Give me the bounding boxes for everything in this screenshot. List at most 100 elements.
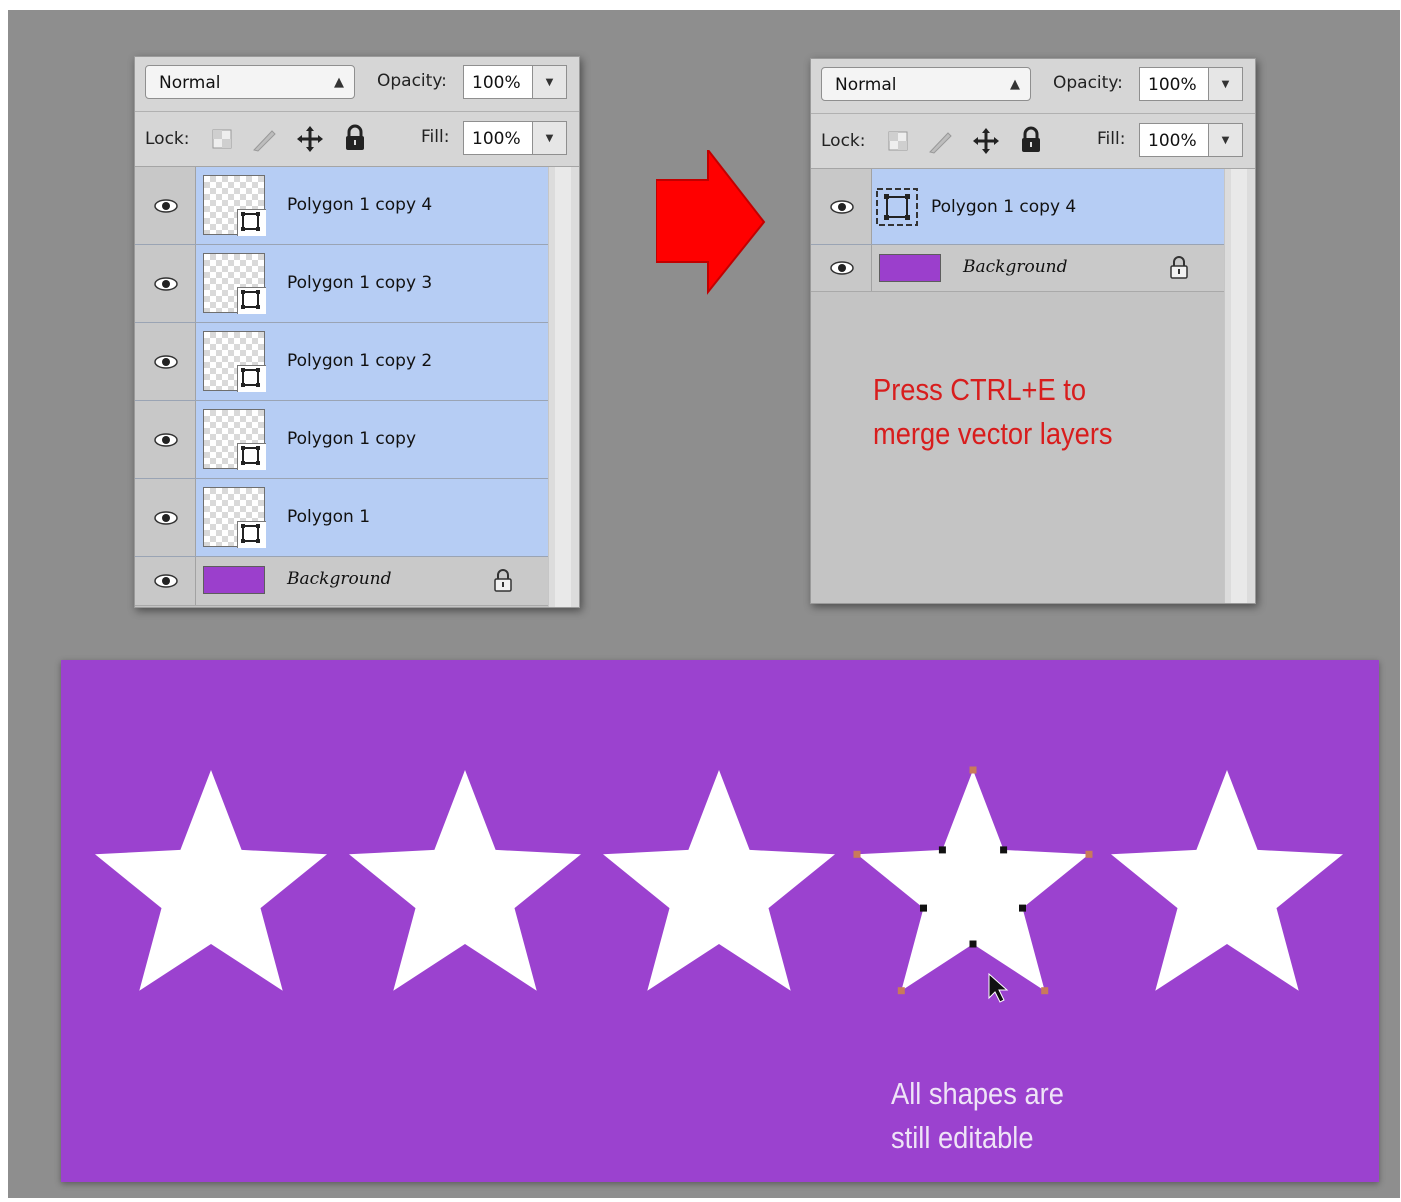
anchor-point[interactable] bbox=[920, 904, 927, 912]
visibility-toggle[interactable] bbox=[135, 167, 196, 244]
visibility-toggle[interactable] bbox=[811, 245, 872, 291]
blend-mode-value: Normal bbox=[159, 73, 221, 93]
layer-thumbnail bbox=[203, 487, 266, 548]
eye-icon bbox=[154, 432, 178, 447]
layer-row[interactable]: Polygon 1 bbox=[135, 479, 549, 557]
padlock-icon bbox=[494, 569, 512, 592]
fill-dropdown-button[interactable]: ▼ bbox=[533, 121, 567, 155]
fill-dropdown-button[interactable]: ▼ bbox=[1209, 123, 1243, 157]
fill-input[interactable]: 100% bbox=[463, 121, 533, 155]
lock-label: Lock: bbox=[145, 129, 190, 149]
eye-icon bbox=[830, 199, 854, 214]
anchor-point[interactable] bbox=[1041, 987, 1049, 995]
instruction-note: Press CTRL+E to merge vector layers bbox=[873, 368, 1113, 456]
layers-scrollbar[interactable] bbox=[1224, 169, 1255, 603]
visibility-toggle[interactable] bbox=[135, 479, 196, 556]
canvas-caption: All shapes are still editable bbox=[891, 1072, 1064, 1160]
layer-name: Polygon 1 copy 4 bbox=[931, 197, 1077, 217]
merged-layer-row[interactable]: Polygon 1 copy 4 bbox=[811, 169, 1225, 245]
updown-arrows-icon: ▲ bbox=[334, 75, 344, 90]
layer-name: Polygon 1 bbox=[287, 507, 371, 527]
star-shape[interactable] bbox=[1111, 770, 1343, 991]
eye-icon bbox=[830, 261, 854, 275]
anchor-point[interactable] bbox=[1085, 850, 1093, 858]
visibility-toggle[interactable] bbox=[135, 557, 196, 605]
lock-image-pixels-icon[interactable] bbox=[926, 127, 954, 155]
star-shape[interactable] bbox=[349, 770, 581, 991]
lock-label: Lock: bbox=[821, 131, 866, 151]
visibility-toggle[interactable] bbox=[135, 401, 196, 478]
eye-icon bbox=[154, 276, 178, 291]
layer-row[interactable]: Polygon 1 copy bbox=[135, 401, 549, 479]
vector-mask-icon bbox=[237, 209, 266, 236]
lock-all-icon[interactable] bbox=[343, 123, 367, 153]
vector-mask-icon bbox=[237, 521, 266, 548]
vector-mask-icon bbox=[237, 365, 266, 392]
document-canvas[interactable]: All shapes are still editable bbox=[61, 660, 1379, 1182]
updown-arrows-icon: ▲ bbox=[1010, 77, 1020, 92]
anchor-point[interactable] bbox=[969, 940, 977, 948]
layer-row[interactable]: Polygon 1 copy 4 bbox=[135, 167, 549, 245]
layers-scrollbar[interactable] bbox=[548, 167, 579, 607]
eye-icon bbox=[154, 510, 178, 525]
layer-row[interactable]: Polygon 1 copy 2 bbox=[135, 323, 549, 401]
stars-layer bbox=[95, 766, 1343, 1003]
layer-name: Polygon 1 copy 2 bbox=[287, 351, 433, 371]
anchor-point[interactable] bbox=[897, 987, 905, 995]
layer-thumbnail bbox=[203, 253, 266, 314]
blend-mode-select[interactable]: Normal ▲ bbox=[821, 67, 1031, 101]
opacity-label: Opacity: bbox=[377, 71, 447, 91]
eye-icon bbox=[154, 198, 178, 213]
star-shape[interactable] bbox=[95, 770, 327, 991]
lock-row: Lock: Fill: 100% ▼ bbox=[135, 112, 579, 167]
anchor-point[interactable] bbox=[938, 846, 946, 854]
layer-name: Polygon 1 copy 3 bbox=[287, 273, 433, 293]
note-line: merge vector layers bbox=[873, 416, 1113, 451]
layer-thumbnail bbox=[203, 331, 266, 392]
fill-label: Fill: bbox=[1097, 129, 1126, 149]
visibility-toggle[interactable] bbox=[135, 323, 196, 400]
opacity-dropdown-button[interactable]: ▼ bbox=[1209, 67, 1243, 101]
lock-transparent-pixels-icon[interactable] bbox=[888, 131, 908, 151]
layer-thumbnail bbox=[203, 409, 266, 470]
caption-line: still editable bbox=[891, 1120, 1034, 1155]
caption-line: All shapes are bbox=[891, 1076, 1064, 1111]
layers-panel-after: Normal ▲ Opacity: 100% ▼ Lock: Fill: 100… bbox=[810, 58, 1256, 604]
cursor-arrow-icon bbox=[988, 972, 1009, 1003]
opacity-dropdown-button[interactable]: ▼ bbox=[533, 65, 567, 99]
anchor-point[interactable] bbox=[1019, 904, 1026, 912]
vector-shape-layer-icon bbox=[876, 188, 918, 226]
opacity-input[interactable]: 100% bbox=[463, 65, 533, 99]
anchor-point[interactable] bbox=[853, 850, 861, 858]
visibility-toggle[interactable] bbox=[135, 245, 196, 322]
blend-mode-select[interactable]: Normal ▲ bbox=[145, 65, 355, 99]
layers-panel-before: Normal ▲ Opacity: 100% ▼ Lock: Fill: 100… bbox=[134, 56, 580, 608]
eye-icon bbox=[154, 354, 178, 369]
red-arrow-icon bbox=[656, 150, 766, 295]
vector-mask-icon bbox=[237, 443, 266, 470]
layer-row[interactable]: Polygon 1 copy 3 bbox=[135, 245, 549, 323]
padlock-icon bbox=[1170, 256, 1188, 279]
opacity-input[interactable]: 100% bbox=[1139, 67, 1209, 101]
fill-label: Fill: bbox=[421, 127, 450, 147]
star-shape[interactable] bbox=[603, 770, 835, 991]
anchor-point[interactable] bbox=[969, 766, 977, 774]
visibility-toggle[interactable] bbox=[811, 169, 872, 244]
lock-position-icon[interactable] bbox=[295, 124, 325, 154]
background-layer-row[interactable]: Background bbox=[135, 557, 549, 606]
layers-list: Polygon 1 copy 4 Polygon 1 copy 3 Polygo… bbox=[135, 167, 549, 607]
lock-image-pixels-icon[interactable] bbox=[250, 125, 278, 153]
background-layer-row[interactable]: Background bbox=[811, 245, 1225, 292]
blend-options-row: Normal ▲ Opacity: 100% ▼ bbox=[135, 57, 579, 112]
vector-mask-icon bbox=[237, 287, 266, 314]
star-shape-selected[interactable] bbox=[857, 770, 1089, 991]
anchor-point[interactable] bbox=[1000, 846, 1008, 854]
background-color-thumbnail bbox=[879, 254, 941, 282]
fill-input[interactable]: 100% bbox=[1139, 123, 1209, 157]
eye-icon bbox=[154, 574, 178, 588]
lock-position-icon[interactable] bbox=[971, 126, 1001, 156]
lock-transparent-pixels-icon[interactable] bbox=[212, 129, 232, 149]
layer-thumbnail bbox=[203, 175, 266, 236]
screenshot-frame: Normal ▲ Opacity: 100% ▼ Lock: Fill: 100… bbox=[8, 10, 1400, 1198]
lock-all-icon[interactable] bbox=[1019, 125, 1043, 155]
